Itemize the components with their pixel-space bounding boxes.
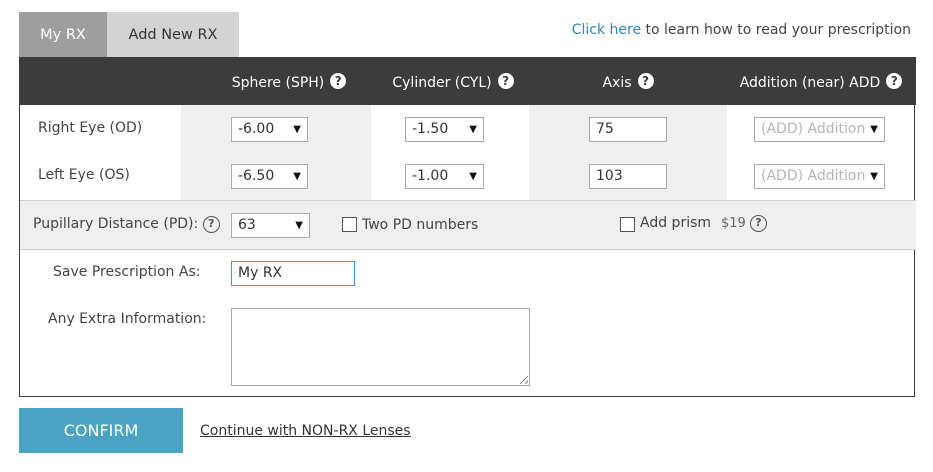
right-addition-placeholder: (ADD) Addition: [761, 121, 866, 137]
header-sphere-label: Sphere (SPH): [231, 75, 325, 91]
question-circle-icon[interactable]: ?: [202, 216, 220, 233]
right-addition-select[interactable]: (ADD) Addition ▼: [754, 117, 885, 142]
right-sphere-value: -6.00: [238, 121, 275, 137]
right-cylinder-value: -1.50: [412, 121, 449, 137]
left-addition-placeholder: (ADD) Addition: [761, 168, 866, 184]
pd-row: Pupillary Distance (PD): ? 63 ▼ Two PD nu…: [20, 200, 916, 250]
pd-value: 63: [238, 217, 256, 233]
resize-grip-icon[interactable]: [520, 376, 528, 384]
pd-label: Pupillary Distance (PD): ?: [33, 216, 220, 233]
triangle-down-icon: ▼: [293, 124, 301, 135]
pd-select[interactable]: 63 ▼: [231, 213, 310, 238]
prescription-help-text: Click here to learn how to read your pre…: [572, 22, 911, 38]
pd-label-text: Pupillary Distance (PD):: [33, 216, 199, 232]
triangle-down-icon: ▼: [293, 171, 301, 182]
triangle-down-icon: ▼: [469, 171, 477, 182]
header-cylinder-label: Cylinder (CYL): [392, 75, 492, 91]
left-sphere-value: -6.50: [238, 168, 275, 184]
confirm-button[interactable]: CONFIRM: [19, 408, 183, 453]
save-as-input[interactable]: My RX: [231, 261, 355, 286]
extra-info-label: Any Extra Information:: [48, 311, 207, 327]
triangle-down-icon: ▼: [469, 124, 477, 135]
question-circle-icon[interactable]: ?: [330, 73, 347, 89]
header-addition: Addition (near) ADD?: [726, 57, 916, 105]
right-axis-input[interactable]: 75: [589, 117, 667, 142]
header-axis: Axis?: [530, 57, 726, 105]
prescription-help-suffix: to learn how to read your prescription: [641, 22, 911, 38]
extra-info-textarea[interactable]: [231, 308, 530, 386]
triangle-down-icon: ▼: [295, 220, 303, 231]
question-circle-icon[interactable]: ?: [497, 73, 514, 89]
left-cylinder-value: -1.00: [412, 168, 449, 184]
prescription-help-link[interactable]: Click here: [572, 22, 641, 38]
two-pd-label: Two PD numbers: [362, 217, 479, 233]
question-circle-icon[interactable]: ?: [749, 215, 767, 232]
continue-non-rx-link[interactable]: Continue with NON-RX Lenses: [200, 423, 411, 439]
tab-add-new-rx[interactable]: Add New RX: [107, 12, 239, 57]
triangle-down-icon: ▼: [870, 124, 878, 135]
header-sphere: Sphere (SPH)?: [200, 57, 378, 105]
save-as-label: Save Prescription As:: [53, 264, 201, 280]
two-pd-checkbox[interactable]: [342, 217, 357, 232]
left-axis-input[interactable]: 103: [589, 164, 667, 189]
tab-my-rx[interactable]: My RX: [19, 12, 107, 57]
right-eye-label: Right Eye (OD): [38, 120, 143, 136]
add-prism-checkbox[interactable]: [620, 217, 635, 232]
left-addition-select[interactable]: (ADD) Addition ▼: [754, 164, 885, 189]
table-header: Sphere (SPH)? Cylinder (CYL)? Axis? Addi…: [20, 57, 916, 105]
question-circle-icon[interactable]: ?: [886, 73, 903, 89]
header-addition-label: Addition (near) ADD: [739, 75, 881, 91]
right-cylinder-select[interactable]: -1.50 ▼: [405, 117, 484, 142]
header-cylinder: Cylinder (CYL)?: [378, 57, 528, 105]
left-cylinder-select[interactable]: -1.00 ▼: [405, 164, 484, 189]
triangle-down-icon: ▼: [870, 171, 878, 182]
prism-price: $19 ?: [721, 215, 767, 232]
add-prism-label: Add prism: [640, 215, 712, 231]
question-circle-icon[interactable]: ?: [637, 73, 654, 89]
rx-tabs: My RX Add New RX: [19, 12, 239, 57]
prism-price-text: $19: [721, 216, 746, 231]
left-sphere-select[interactable]: -6.50 ▼: [231, 164, 308, 189]
prescription-form: Sphere (SPH)? Cylinder (CYL)? Axis? Addi…: [19, 57, 916, 397]
right-sphere-select[interactable]: -6.00 ▼: [231, 117, 308, 142]
left-eye-label: Left Eye (OS): [38, 167, 130, 183]
header-axis-label: Axis: [602, 75, 632, 91]
